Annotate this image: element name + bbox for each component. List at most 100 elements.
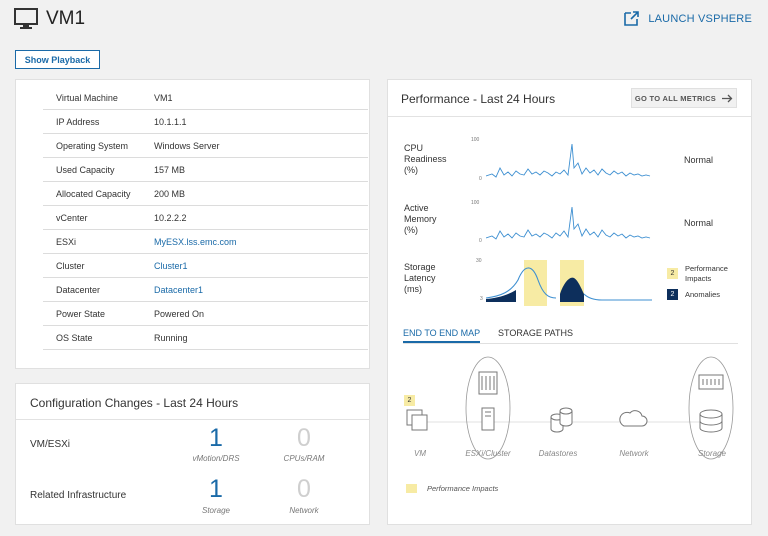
metric-label-line: CPU: [404, 143, 424, 153]
tabs-divider: [403, 343, 738, 344]
divider: [388, 116, 751, 117]
storage-caption: Storage: [201, 506, 231, 515]
property-label: Datacenter: [56, 284, 101, 295]
cpu-readiness-sparkline[interactable]: [486, 138, 654, 182]
property-value: 10.2.2.2: [154, 212, 187, 223]
cpu-readiness-status: Normal: [684, 155, 714, 165]
vm-node-icon[interactable]: [406, 409, 428, 431]
y-axis-min: 0: [479, 176, 482, 182]
property-label: Used Capacity: [56, 164, 115, 175]
property-label: Power State: [56, 308, 106, 319]
metric-label-line: (%): [404, 225, 418, 235]
y-axis-min: 0: [479, 238, 482, 244]
y-axis-max: 30: [476, 258, 482, 264]
property-value: VM1: [154, 92, 173, 103]
map-label-network: Network: [619, 449, 649, 458]
cluster-link[interactable]: Cluster1: [154, 261, 188, 271]
active-memory-status: Normal: [684, 218, 714, 228]
properties-card: Virtual Machine VM1 IP Address 10.1.1.1 …: [15, 79, 370, 369]
arrow-right-icon: [722, 94, 733, 102]
cpus-ram-count: 0: [297, 424, 311, 452]
property-row: Virtual Machine VM1: [43, 86, 368, 110]
property-row: Used Capacity 157 MB: [43, 158, 368, 182]
property-row: ESXi MyESX.lss.emc.com: [43, 230, 368, 254]
vmotion-drs-count[interactable]: 1: [186, 424, 246, 453]
launch-vsphere-label: LAUNCH VSPHERE: [648, 13, 752, 25]
performance-impacts-label: Performance Impacts: [427, 484, 499, 493]
metric-label-line: Memory: [404, 214, 437, 224]
metric-label-line: Readiness: [404, 154, 447, 164]
property-row: OS State Running: [43, 326, 368, 350]
tab-storage-paths[interactable]: STORAGE PATHS: [498, 328, 573, 338]
property-value: 10.1.1.1: [154, 116, 187, 127]
property-value: Windows Server: [154, 140, 220, 151]
external-link-icon: [624, 11, 640, 26]
metric-label-line: (%): [404, 165, 418, 175]
metric-label-line: Storage: [404, 262, 436, 272]
property-row: vCenter 10.2.2.2: [43, 206, 368, 230]
cpus-ram-caption: CPUs/RAM: [283, 454, 325, 463]
go-to-all-metrics-label: GO TO ALL METRICS: [634, 93, 717, 103]
property-label: Virtual Machine: [56, 92, 118, 103]
metric-label-line: Active: [404, 203, 429, 213]
tab-end-to-end-map[interactable]: END TO END MAP: [403, 328, 481, 343]
property-row: Datacenter Datacenter1: [43, 278, 368, 302]
go-to-all-metrics-button[interactable]: GO TO ALL METRICS: [631, 88, 737, 108]
performance-impacts-swatch: [406, 484, 417, 493]
monitor-icon: [14, 8, 38, 29]
active-memory-label: Active Memory (%): [404, 203, 437, 236]
map-label-vm: VM: [414, 449, 426, 458]
storage-latency-label: Storage Latency (ms): [404, 262, 436, 295]
property-row: Allocated Capacity 200 MB: [43, 182, 368, 206]
cpu-readiness-label: CPU Readiness (%): [404, 143, 447, 176]
launch-vsphere-link[interactable]: LAUNCH VSPHERE: [622, 10, 752, 28]
property-value: Powered On: [154, 308, 205, 319]
property-value: 200 MB: [154, 188, 186, 199]
map-label-datastores: Datastores: [538, 449, 578, 458]
property-row: Operating System Windows Server: [43, 134, 368, 158]
property-label: OS State: [56, 332, 93, 343]
config-row-label: VM/ESXi: [30, 439, 71, 450]
map-label-storage: Storage: [697, 449, 727, 458]
datastore-icon[interactable]: [550, 407, 573, 433]
y-axis-min: 3: [480, 296, 483, 302]
storage-latency-chart[interactable]: [486, 260, 654, 306]
server-rack-icon[interactable]: [478, 371, 498, 395]
cloud-icon[interactable]: [619, 410, 648, 427]
storage-array-icon[interactable]: [698, 374, 724, 390]
anomalies-legend-label: Anomalies: [685, 290, 721, 299]
metric-label-line: Latency: [404, 273, 436, 283]
y-axis-max: 100: [471, 200, 480, 206]
map-label-esxi-cluster: ESXi/Cluster: [465, 449, 511, 458]
storage-change-count[interactable]: 1: [186, 475, 246, 504]
property-label: vCenter: [56, 212, 88, 223]
property-value: Running: [154, 332, 188, 343]
performance-card: Performance - Last 24 Hours GO TO ALL ME…: [387, 79, 752, 525]
page-title: VM1: [46, 8, 86, 29]
property-label: Operating System: [56, 140, 129, 151]
anomalies-count-badge: 2: [667, 289, 678, 300]
property-row: Power State Powered On: [43, 302, 368, 326]
anomaly-area[interactable]: [486, 290, 516, 302]
property-label: Cluster: [56, 260, 85, 271]
property-value: 157 MB: [154, 164, 186, 175]
performance-title: Performance - Last 24 Hours: [401, 92, 556, 106]
property-row: IP Address 10.1.1.1: [43, 110, 368, 134]
server-icon[interactable]: [481, 407, 495, 431]
show-playback-button[interactable]: Show Playback: [15, 50, 100, 69]
storage-ellipse: [688, 356, 734, 460]
property-label: Allocated Capacity: [56, 188, 131, 199]
storage-disk-icon[interactable]: [699, 409, 723, 433]
divider: [16, 419, 369, 420]
property-label: ESXi: [56, 236, 77, 247]
performance-impact-band[interactable]: [524, 260, 547, 306]
esxi-link[interactable]: MyESX.lss.emc.com: [154, 237, 237, 247]
property-row: Cluster Cluster1: [43, 254, 368, 278]
active-memory-sparkline[interactable]: [486, 200, 654, 244]
metric-label-line: (ms): [404, 284, 422, 294]
vm-impact-badge: 2: [404, 395, 415, 406]
legend-label-line: Performance: [685, 264, 728, 273]
legend-label-line: Impacts: [685, 274, 712, 283]
datacenter-link[interactable]: Datacenter1: [154, 285, 203, 295]
property-label: IP Address: [56, 116, 100, 127]
